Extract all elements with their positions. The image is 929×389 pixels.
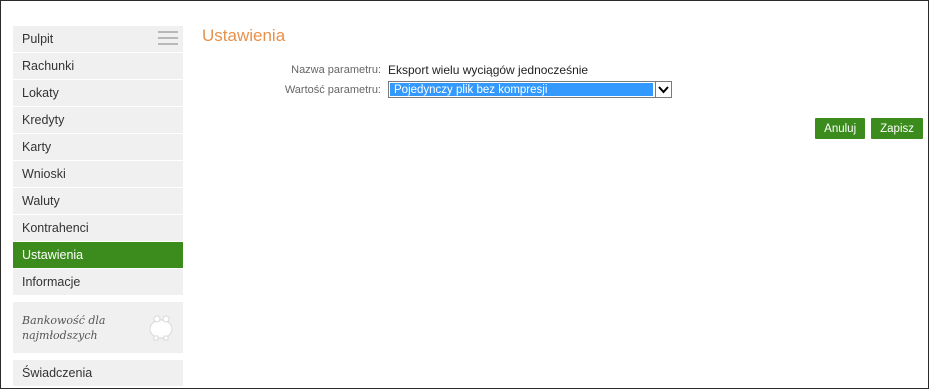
param-value-row: Wartość parametru: Pojedynczy plik bez k… [284,81,672,98]
sidebar-item-label: Kredyty [22,113,65,127]
sidebar-item-label: Ustawienia [22,248,84,262]
param-value-label: Wartość parametru: [284,83,381,96]
kids-banking-text: Bankowość dla najmłodszych [22,313,132,343]
sidebar-item-kredyty[interactable]: Kredyty [13,107,183,134]
sidebar-item-karty[interactable]: Karty [13,134,183,161]
sidebar-item-label: Waluty [22,194,60,208]
sidebar-item-wnioski[interactable]: Wnioski [13,161,183,188]
param-name-value: Eksport wielu wyciągów jednocześnie [388,62,589,77]
param-name-label: Nazwa parametru: [291,63,381,76]
sidebar-item-waluty[interactable]: Waluty [13,188,183,215]
save-button[interactable]: Zapisz [871,118,923,139]
main-content: Ustawienia Nazwa parametru: Eksport wiel… [202,26,928,98]
sidebar-item-label: Wnioski [22,167,66,181]
sidebar-item-ustawienia[interactable]: Ustawienia [13,242,183,269]
piggy-bank-icon [149,315,173,340]
sidebar-item-kontrahenci[interactable]: Kontrahenci [13,215,183,242]
param-value-select[interactable]: Pojedynczy plik bez kompresji [388,81,672,98]
sidebar-item-label: Informacje [22,275,81,289]
sidebar-item-label: Rachunki [22,59,75,73]
hamburger-menu-icon[interactable] [158,29,178,47]
sidebar-item-label: Pulpit [22,32,54,46]
kids-banking-banner[interactable]: Bankowość dla najmłodszych [13,302,183,353]
sidebar-item-label: Karty [22,140,52,154]
kids-banking-line1: Bankowość dla [22,313,106,327]
sidebar-item-label: Świadczenia [22,366,93,380]
kids-banking-line2: najmłodszych [22,328,98,342]
form-actions: Anuluj Zapisz [815,118,923,139]
sidebar-item-swiadczenia[interactable]: Świadczenia [13,360,183,387]
sidebar-menu: Pulpit Rachunki Lokaty Kredyty Karty Wni… [13,26,183,387]
param-value-selected: Pojedynczy plik bez kompresji [390,83,653,96]
page-title: Ustawienia [202,26,286,45]
cancel-button[interactable]: Anuluj [815,118,866,139]
sidebar-item-informacje[interactable]: Informacje [13,269,183,296]
sidebar-item-rachunki[interactable]: Rachunki [13,53,183,80]
param-name-row: Nazwa parametru: Eksport wielu wyciągów … [284,61,672,78]
sidebar-item-label: Kontrahenci [22,221,89,235]
sidebar-item-lokaty[interactable]: Lokaty [13,80,183,107]
sidebar-item-label: Lokaty [22,86,59,100]
settings-form: Nazwa parametru: Eksport wielu wyciągów … [284,61,672,101]
chevron-down-icon[interactable] [655,82,671,97]
sidebar-item-pulpit[interactable]: Pulpit [13,26,183,53]
app-frame: Pulpit Rachunki Lokaty Kredyty Karty Wni… [0,0,929,389]
